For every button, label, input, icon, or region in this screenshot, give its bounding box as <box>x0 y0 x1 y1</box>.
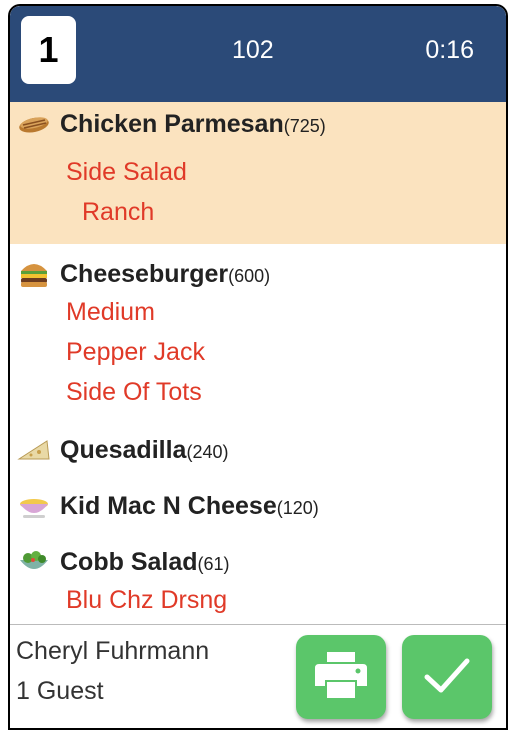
sandwich-icon <box>16 109 52 139</box>
ticket-items-list: Chicken Parmesan(725) Side Salad Ranch C… <box>10 102 506 630</box>
item-name: Cheeseburger(600) <box>60 259 271 288</box>
salad-icon <box>16 547 52 577</box>
list-item-kid-mac-n-cheese[interactable]: Kid Mac N Cheese(120) <box>10 482 506 538</box>
order-number: 102 <box>232 36 274 64</box>
list-item-chicken-parmesan[interactable]: Chicken Parmesan(725) Side Salad Ranch <box>10 102 506 244</box>
item-modifier: Pepper Jack <box>66 338 205 366</box>
list-item-quesadilla[interactable]: Quesadilla(240) <box>10 426 506 482</box>
server-name: Cheryl Fuhrmann <box>16 637 210 665</box>
ticket-footer: Cheryl Fuhrmann 1 Guest <box>10 624 506 728</box>
print-button[interactable] <box>296 635 386 719</box>
guest-count: 1 Guest <box>16 677 104 705</box>
item-modifier: Side Salad <box>66 158 187 186</box>
order-ticket: 1 102 0:16 Chicken Parmesan(725) Side Sa… <box>8 4 508 730</box>
elapsed-timer: 0:16 <box>425 36 474 64</box>
item-count: (725) <box>283 115 326 136</box>
item-count: (120) <box>276 497 319 518</box>
seat-number-badge[interactable]: 1 <box>21 16 76 84</box>
item-name: Chicken Parmesan(725) <box>60 109 326 138</box>
list-item-cheeseburger[interactable]: Cheeseburger(600) Medium Pepper Jack Sid… <box>10 244 506 426</box>
complete-order-button[interactable] <box>402 635 492 719</box>
item-count: (240) <box>186 441 229 462</box>
quesadilla-icon <box>16 435 52 465</box>
printer-icon <box>313 650 369 705</box>
burger-icon <box>16 259 52 289</box>
item-modifier: Ranch <box>82 198 155 226</box>
item-name: Quesadilla(240) <box>60 435 229 464</box>
list-item-cobb-salad[interactable]: Cobb Salad(61) Blu Chz Drsng <box>10 538 506 630</box>
checkmark-icon <box>421 653 473 702</box>
item-modifier: Medium <box>66 298 155 326</box>
ticket-header: 1 102 0:16 <box>10 6 506 102</box>
mac-n-cheese-icon <box>16 491 52 521</box>
item-count: (61) <box>197 553 230 574</box>
item-count: (600) <box>228 265 271 286</box>
item-modifier: Side Of Tots <box>66 378 202 406</box>
item-name: Kid Mac N Cheese(120) <box>60 491 319 520</box>
item-modifier: Blu Chz Drsng <box>66 586 228 614</box>
item-name: Cobb Salad(61) <box>60 547 230 576</box>
